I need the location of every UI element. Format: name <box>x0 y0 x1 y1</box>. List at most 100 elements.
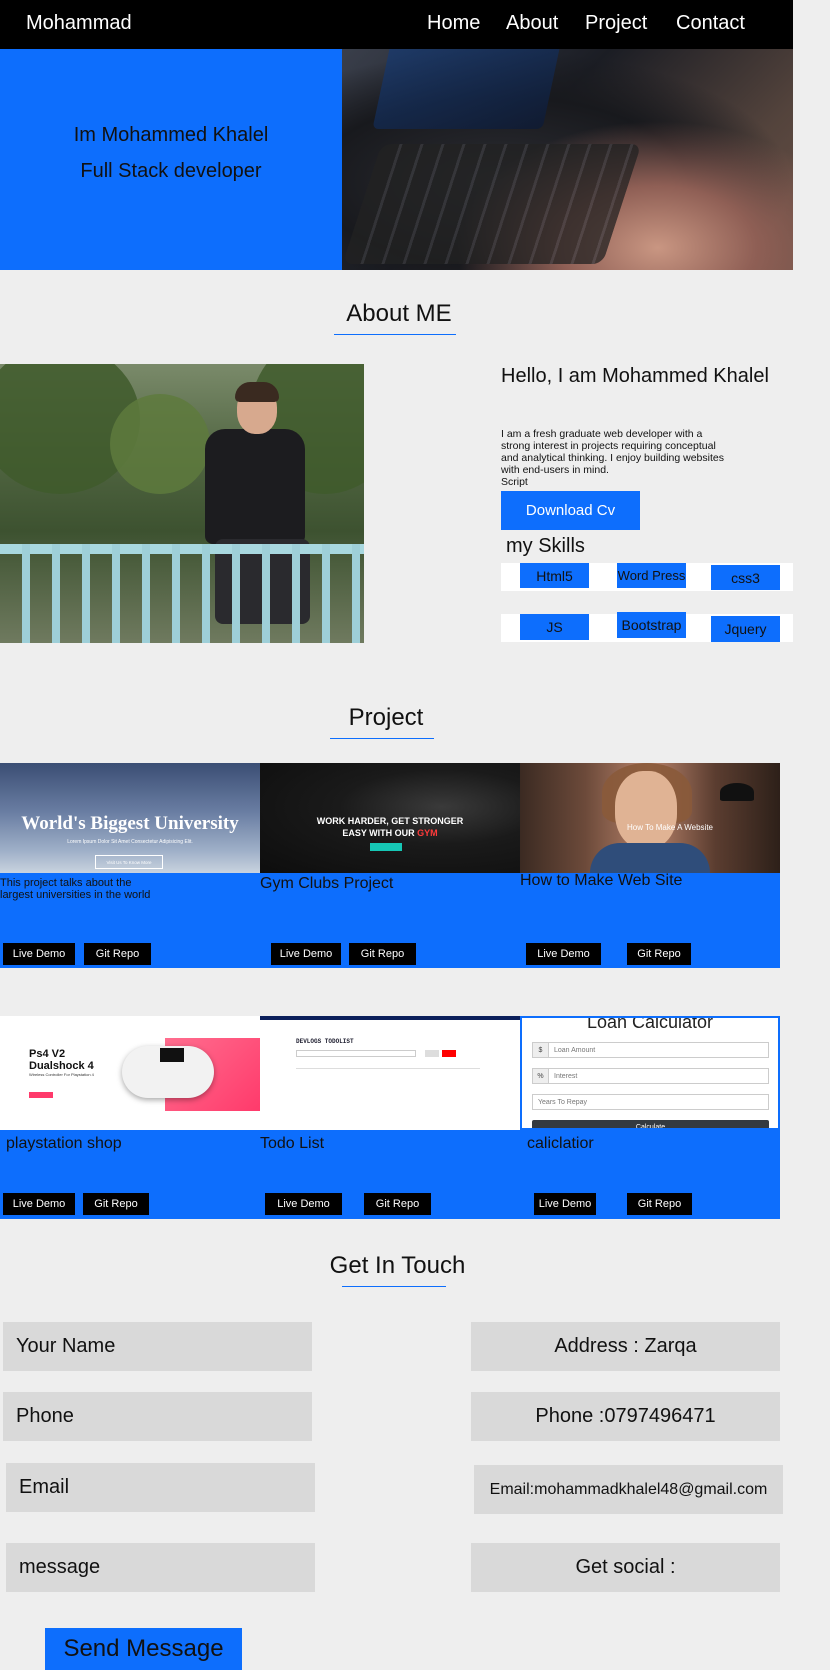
git-repo-button[interactable]: Git Repo <box>627 943 691 965</box>
thumb-buy-button <box>29 1092 53 1098</box>
live-demo-button[interactable]: Live Demo <box>3 943 75 965</box>
phone-info: Phone :0797496471 <box>471 1392 780 1441</box>
laptop-keyboard-shape <box>342 144 642 264</box>
navbar: Mohammad Home About Project Contact <box>0 0 793 49</box>
nav-link-project[interactable]: Project <box>585 12 647 35</box>
thumb-person-shirt <box>590 843 710 873</box>
thumb-years-field: Years To Repay <box>532 1094 769 1110</box>
photo-fence <box>0 544 364 643</box>
hero-role: Full Stack developer <box>80 160 262 182</box>
thumb-title-easy: EASY WITH OUR <box>342 828 415 838</box>
thumb-subtitle: Wireless Controller For Playstation 4 <box>29 1072 94 1077</box>
about-section-title: About ME <box>346 300 452 327</box>
skill-badge-wordpress: Word Press <box>617 563 686 588</box>
nav-link-contact[interactable]: Contact <box>676 12 745 35</box>
skill-badge-bootstrap: Bootstrap <box>617 612 686 638</box>
project-description: Todo List <box>260 1135 325 1152</box>
name-field[interactable]: Your Name <box>3 1322 312 1371</box>
phone-field[interactable]: Phone <box>3 1392 312 1441</box>
project-card-playstation: Ps4 V2 Dualshock 4 Wireless Controller F… <box>0 1016 260 1219</box>
project-thumbnail[interactable]: How To Make A Website <box>520 763 780 873</box>
email-info: Email:mohammadkhalel48@gmail.com <box>474 1465 783 1514</box>
thumb-title-line1: WORK HARDER, GET STRONGER <box>316 816 464 826</box>
brand-logo[interactable]: Mohammad <box>26 12 132 35</box>
skill-badge-html5: Html5 <box>520 563 589 588</box>
download-cv-button[interactable]: Download Cv <box>501 491 640 530</box>
contact-title-underline <box>342 1286 446 1287</box>
project-section-title: Project <box>348 704 424 731</box>
git-repo-button[interactable]: Git Repo <box>364 1193 431 1215</box>
live-demo-button[interactable]: Live Demo <box>3 1193 75 1215</box>
live-demo-button[interactable]: Live Demo <box>265 1193 342 1215</box>
live-demo-button[interactable]: Live Demo <box>534 1193 596 1215</box>
project-thumbnail[interactable]: Loan Calculator $ Loan Amount % Interest… <box>520 1016 780 1130</box>
nav-link-about[interactable]: About <box>506 12 558 35</box>
field-placeholder: Interest <box>554 1072 578 1080</box>
skill-badge-js: JS <box>520 614 589 640</box>
project-card-calculator: Loan Calculator $ Loan Amount % Interest… <box>520 1016 780 1219</box>
project-thumbnail[interactable]: World's Biggest University Lorem Ipsum D… <box>0 763 260 873</box>
project-card-university: World's Biggest University Lorem Ipsum D… <box>0 763 260 968</box>
thumb-loan-amount-field: $ Loan Amount <box>532 1042 769 1058</box>
about-script-text: Script <box>501 476 528 488</box>
profile-photo <box>0 364 364 643</box>
project-thumbnail[interactable]: WORK HARDER, GET STRONGER EASY WITH OUR … <box>260 763 520 873</box>
thumb-title: DEVLOGS TODOLIST <box>296 1038 354 1045</box>
project-title-underline <box>330 738 434 739</box>
thumb-input <box>296 1050 416 1057</box>
photo-person-hair <box>235 382 279 402</box>
nav-link-home[interactable]: Home <box>427 12 480 35</box>
git-repo-button[interactable]: Git Repo <box>83 1193 149 1215</box>
thumb-person-face <box>615 771 677 849</box>
about-title-underline <box>334 334 456 335</box>
thumb-label: How To Make A Website <box>627 823 713 832</box>
project-card-gym: WORK HARDER, GET STRONGER EASY WITH OUR … <box>260 763 520 968</box>
live-demo-button[interactable]: Live Demo <box>526 943 601 965</box>
skill-badge-css3: css3 <box>711 565 780 590</box>
contact-section-title: Get In Touch <box>329 1252 466 1279</box>
skills-title: my Skills <box>506 535 585 557</box>
live-demo-button[interactable]: Live Demo <box>271 943 341 965</box>
thumb-delete-button <box>442 1050 456 1057</box>
project-description: This project talks about the largest uni… <box>0 877 151 901</box>
about-paragraph: I am a fresh graduate web developer with… <box>501 428 724 476</box>
hero-name: Im Mohammed Khalel <box>73 124 269 146</box>
thumb-title-gym: GYM <box>417 828 438 838</box>
photo-person-body <box>205 429 305 544</box>
hero-banner: Im Mohammed Khalel Full Stack developer <box>0 49 342 270</box>
controller-touchpad <box>160 1048 184 1062</box>
social-info: Get social : <box>471 1543 780 1592</box>
email-field[interactable]: Email <box>6 1463 315 1512</box>
thumb-title: WORK HARDER, GET STRONGER EASY WITH OUR … <box>260 815 520 839</box>
thumb-title: Ps4 V2 Dualshock 4 <box>29 1048 94 1072</box>
percent-icon: % <box>533 1069 549 1083</box>
thumb-button: Visit Us To Know More <box>95 855 163 869</box>
thumb-title-line2: EASY WITH OUR GYM <box>260 827 520 839</box>
field-placeholder: Years To Repay <box>538 1098 588 1106</box>
project-thumbnail[interactable]: DEVLOGS TODOLIST <box>260 1016 520 1130</box>
thumb-subtitle: Lorem Ipsum Dolor Sit Amet Consectetur A… <box>67 839 193 845</box>
thumb-interest-field: % Interest <box>532 1068 769 1084</box>
laptop-screen-shape <box>372 49 562 129</box>
photo-tree-shape <box>110 394 210 494</box>
thumb-title: World's Biggest University <box>21 813 239 834</box>
project-card-todo: DEVLOGS TODOLIST Todo List Live Demo Git… <box>260 1016 520 1219</box>
thumb-button <box>370 843 402 851</box>
field-placeholder: Loan Amount <box>554 1046 596 1054</box>
git-repo-button[interactable]: Git Repo <box>84 943 151 965</box>
project-card-website: How To Make A Website How to Make Web Si… <box>520 763 780 968</box>
git-repo-button[interactable]: Git Repo <box>349 943 416 965</box>
thumb-calculate-button: Calculate <box>532 1120 769 1128</box>
thumb-add-button <box>425 1050 439 1057</box>
dollar-icon: $ <box>533 1043 549 1057</box>
send-message-button[interactable]: Send Message <box>45 1628 242 1670</box>
git-repo-button[interactable]: Git Repo <box>627 1193 692 1215</box>
project-thumbnail[interactable]: Ps4 V2 Dualshock 4 Wireless Controller F… <box>0 1016 260 1130</box>
about-heading: Hello, I am Mohammed Khalel <box>501 365 769 387</box>
hero-laptop-image <box>342 49 793 270</box>
message-field[interactable]: message <box>6 1543 315 1592</box>
thumb-lamp <box>720 783 754 801</box>
address-info: Address : Zarqa <box>471 1322 780 1371</box>
project-description: playstation shop <box>6 1135 122 1152</box>
skill-badge-jquery: Jquery <box>711 616 780 642</box>
